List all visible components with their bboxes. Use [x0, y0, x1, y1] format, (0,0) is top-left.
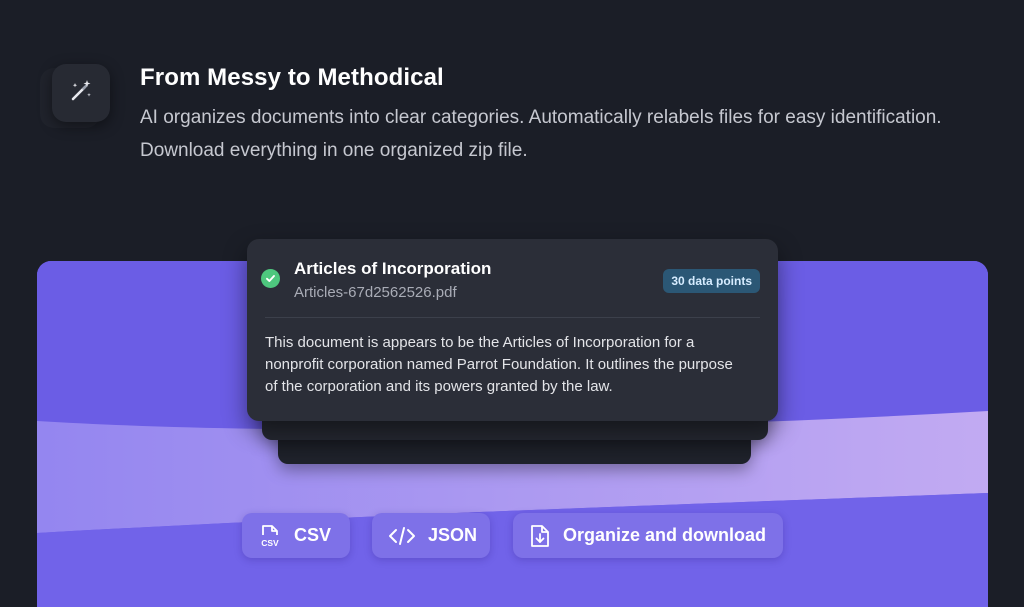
document-card[interactable]: Articles of Incorporation Articles-67d25… — [247, 239, 778, 421]
document-filename: Articles-67d2562526.pdf — [294, 284, 457, 301]
download-file-icon — [529, 523, 551, 549]
document-summary: This document is appears to be the Artic… — [265, 334, 733, 395]
organize-download-button[interactable]: Organize and download — [513, 513, 783, 558]
card-divider — [265, 317, 760, 318]
data-points-badge: 30 data points — [663, 269, 760, 293]
json-export-button[interactable]: JSON — [372, 513, 490, 558]
code-icon — [388, 525, 416, 547]
organize-label: Organize and download — [563, 525, 767, 545]
document-title: Articles of Incorporation — [294, 259, 492, 278]
json-label: JSON — [428, 525, 478, 545]
check-circle-icon — [261, 269, 280, 288]
svg-text:CSV: CSV — [261, 538, 279, 548]
csv-file-icon: CSV — [258, 523, 282, 549]
csv-label: CSV — [294, 525, 332, 545]
csv-export-button[interactable]: CSV CSV — [242, 513, 350, 558]
feature-description: AI organizes documents into clear catego… — [140, 107, 942, 161]
feature-section: From Messy to Methodical AI organizes do… — [0, 0, 1024, 607]
magic-wand-icon — [68, 78, 94, 109]
feature-icon-tile — [40, 60, 114, 134]
feature-title: From Messy to Methodical — [140, 64, 444, 91]
